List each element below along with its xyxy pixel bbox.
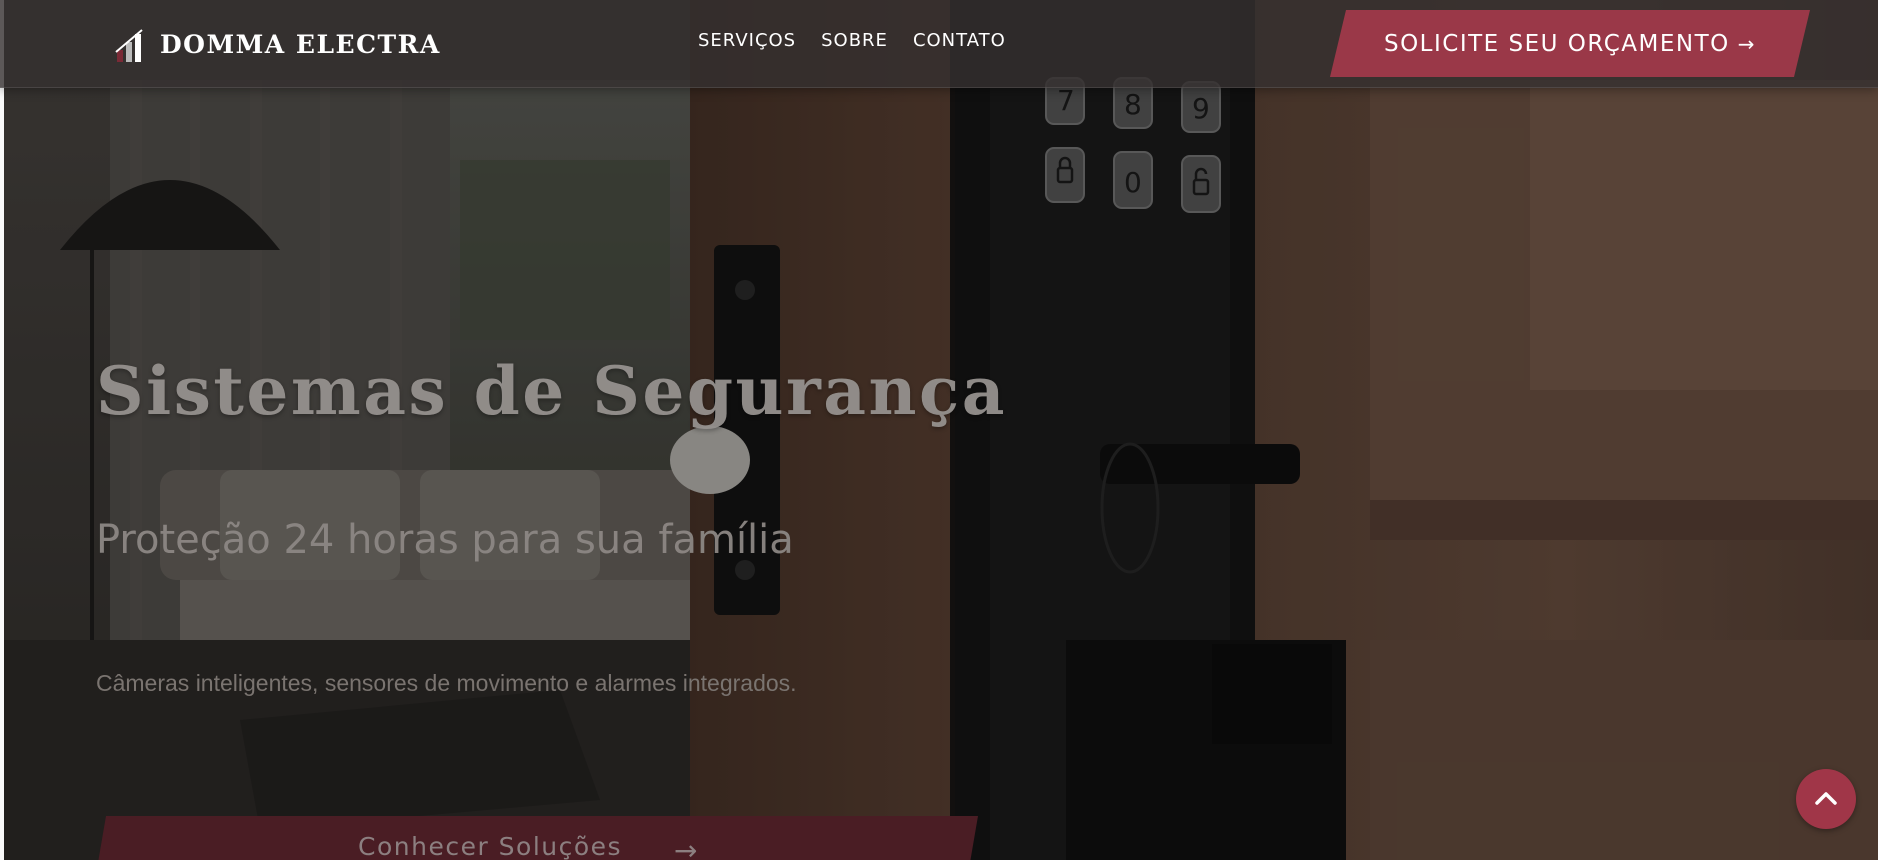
hero-subtitle: Proteção 24 horas para sua família	[96, 517, 794, 563]
hero-description: Câmeras inteligentes, sensores de movime…	[96, 670, 797, 696]
building-bars-icon	[115, 29, 143, 62]
main-nav: SERVIÇOS SOBRE CONTATO	[698, 30, 1006, 51]
left-edge-strip	[0, 0, 4, 860]
request-quote-label: SOLICITE SEU ORÇAMENTO	[1383, 30, 1730, 57]
brand-name: DOMMA ELECTRA	[160, 29, 441, 59]
explore-solutions-button[interactable]: Conhecer Soluções →	[94, 816, 978, 860]
nav-item-contato[interactable]: CONTATO	[913, 30, 1006, 51]
brand-logo[interactable]: DOMMA ELECTRA	[114, 24, 441, 64]
arrow-right-icon: →	[674, 834, 698, 860]
hero-title: Sistemas de Segurança	[96, 352, 1007, 430]
scroll-to-top-button[interactable]	[1796, 769, 1856, 829]
nav-item-servicos[interactable]: SERVIÇOS	[698, 30, 796, 51]
site-header: DOMMA ELECTRA SERVIÇOS SOBRE CONTATO SOL…	[0, 0, 1878, 88]
chevron-up-icon	[1815, 792, 1837, 805]
arrow-right-icon: →	[1737, 31, 1757, 56]
nav-item-sobre[interactable]: SOBRE	[821, 30, 888, 51]
explore-solutions-label: Conhecer Soluções	[358, 832, 623, 860]
page: 7 8 9 0 DOMMA ELECTRA SERVIÇOS SOBRE CON…	[0, 0, 1878, 860]
request-quote-button[interactable]: SOLICITE SEU ORÇAMENTO →	[1330, 10, 1810, 77]
hero-overlay	[0, 0, 1878, 860]
